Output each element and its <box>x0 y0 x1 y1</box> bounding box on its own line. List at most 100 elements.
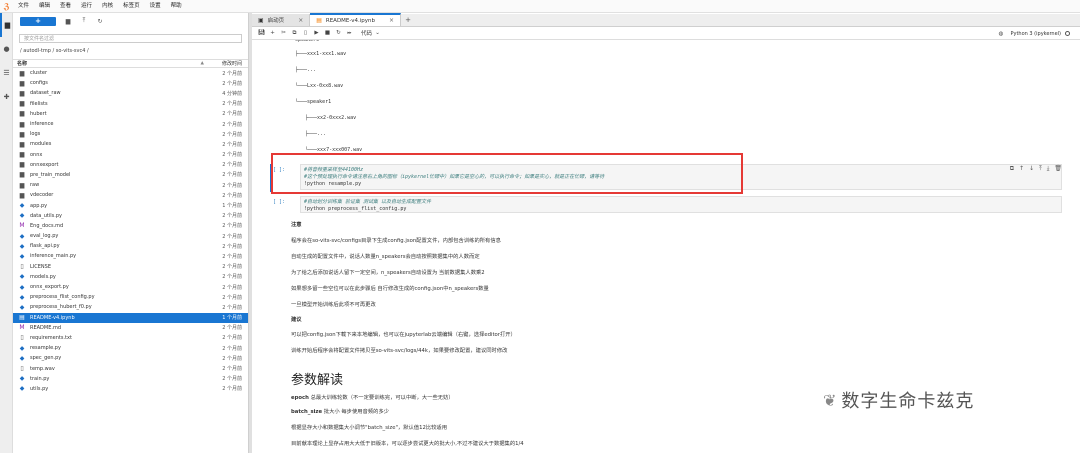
file-modified: 2 个月前 <box>222 131 242 138</box>
restart-icon[interactable]: ↻ <box>333 30 344 36</box>
copy-icon[interactable]: ⧉ <box>289 30 300 37</box>
file-row[interactable]: ◆ inference_main.py 2 个月前 <box>13 251 248 261</box>
move-up-icon[interactable]: ↑ <box>1019 165 1024 173</box>
file-row[interactable]: ▯ temp.wav 2 个月前 <box>13 363 248 373</box>
new-folder-icon[interactable]: ▆ <box>64 18 72 25</box>
file-row[interactable]: ◆ app.py 1 个月前 <box>13 200 248 210</box>
save-icon[interactable]: 💾︎ <box>256 30 267 36</box>
running-icon[interactable]: ● <box>0 37 13 61</box>
tab-readme[interactable]: ▤ README-v4.ipynb × <box>310 13 402 26</box>
code-editor[interactable]: #自动划分训练集 验证集 测试集 以及自动生成配置文件 !python prep… <box>300 196 1062 213</box>
file-browser: + ▆ ⤒ ↻ 按文件名过滤 / autodl-tmp / so-vits-sv… <box>13 13 249 453</box>
menu-file[interactable]: 文件 <box>13 0 34 13</box>
file-modified: 1 个月前 <box>222 203 242 210</box>
file-name: eval_log.py <box>30 233 59 240</box>
breadcrumb[interactable]: / autodl-tmp / so-vits-svc4 / <box>13 43 248 57</box>
file-modified: 2 个月前 <box>222 162 242 169</box>
kernel-name[interactable]: Python 3 (ipykernel) <box>1010 31 1061 37</box>
menu-tabs[interactable]: 标签页 <box>118 0 145 13</box>
tree-line: ├───xxx1-xxx1.wav <box>295 51 347 57</box>
cell-type-select[interactable]: 代码 <box>361 29 372 37</box>
file-row[interactable]: M Eng_docs.md 2 个月前 <box>13 221 248 231</box>
file-row[interactable]: ▆ modules 2 个月前 <box>13 139 248 149</box>
file-row[interactable]: ▆ configs 2 个月前 <box>13 78 248 88</box>
file-row[interactable]: ◆ spec_gen.py 2 个月前 <box>13 353 248 363</box>
file-row[interactable]: ◆ data_utils.py 2 个月前 <box>13 211 248 221</box>
python-file-icon: ◆ <box>19 202 25 210</box>
file-row[interactable]: ▆ inference 2 个月前 <box>13 119 248 129</box>
file-row[interactable]: ◆ preprocess_hubert_f0.py 2 个月前 <box>13 302 248 312</box>
column-modified[interactable]: 修改时间 <box>208 60 248 67</box>
file-row[interactable]: ▯ requirements.txt 2 个月前 <box>13 333 248 343</box>
file-row[interactable]: ◆ models.py 2 个月前 <box>13 272 248 282</box>
file-row[interactable]: ▆ onnxexport 2 个月前 <box>13 160 248 170</box>
menu-kernel[interactable]: 内核 <box>97 0 118 13</box>
python-file-icon: ◆ <box>19 283 25 291</box>
md-paragraph: 训练开始后程序会将配置文件拷贝至so-vits-svc/logs/44k，如果要… <box>291 348 508 354</box>
file-row[interactable]: ▆ logs 2 个月前 <box>13 129 248 139</box>
delete-icon[interactable]: 🗑︎ <box>1054 165 1062 173</box>
code-cell[interactable]: [ ]: #自动划分训练集 验证集 测试集 以及自动生成配置文件 !python… <box>270 196 1070 214</box>
menu-edit[interactable]: 编辑 <box>34 0 55 13</box>
file-row[interactable]: ◆ eval_log.py 2 个月前 <box>13 231 248 241</box>
file-name: README-v4.ipynb <box>30 314 75 321</box>
file-row[interactable]: ◆ utils.py 2 个月前 <box>13 384 248 394</box>
add-tab-icon[interactable]: + <box>403 15 413 25</box>
file-row[interactable]: ▆ vdecoder 2 个月前 <box>13 190 248 200</box>
fast-forward-icon[interactable]: ⏩︎ <box>344 30 355 37</box>
file-row[interactable]: ◆ resample.py 2 个月前 <box>13 343 248 353</box>
file-row[interactable]: ▆ onnx 2 个月前 <box>13 150 248 160</box>
menu-run[interactable]: 运行 <box>76 0 97 13</box>
chevron-down-icon[interactable]: ⌄ <box>372 30 383 36</box>
file-row[interactable]: ▤ README-v4.ipynb 1 个月前 <box>13 312 248 323</box>
file-row[interactable]: ▆ hubert 2 个月前 <box>13 109 248 119</box>
insert-below-icon[interactable]: ⤓ <box>1047 165 1050 173</box>
python-file-icon: ◆ <box>19 252 25 260</box>
sort-caret-icon[interactable]: ▲ <box>178 61 208 66</box>
folder-icon: ▆ <box>19 120 25 128</box>
folder-icon: ▆ <box>19 171 25 179</box>
file-row[interactable]: ▯ LICENSE 2 个月前 <box>13 262 248 272</box>
file-name: onnx <box>30 151 43 158</box>
file-name: resample.py <box>30 345 61 352</box>
insert-above-icon[interactable]: ⤒ <box>1039 165 1042 173</box>
close-icon[interactable]: × <box>389 17 394 24</box>
bug-icon[interactable]: ◍ <box>995 31 1006 37</box>
file-row[interactable]: ▆ cluster 2 个月前 <box>13 68 248 78</box>
duplicate-icon[interactable]: ⧉ <box>1010 165 1014 173</box>
upload-icon[interactable]: ⤒ <box>80 17 88 25</box>
menu-settings[interactable]: 设置 <box>145 0 166 13</box>
file-row[interactable]: ▆ dataset_raw 4 分钟前 <box>13 88 248 98</box>
extension-icon[interactable]: ✚ <box>0 85 13 109</box>
file-row[interactable]: ▆ filelists 2 个月前 <box>13 99 248 109</box>
file-row[interactable]: ◆ preprocess_flist_config.py 2 个月前 <box>13 292 248 302</box>
file-row[interactable]: ▆ raw 2 个月前 <box>13 180 248 190</box>
stop-icon[interactable]: ■ <box>322 30 333 36</box>
paste-icon[interactable]: ▯ <box>300 30 311 36</box>
menu-view[interactable]: 查看 <box>55 0 76 13</box>
move-down-icon[interactable]: ↓ <box>1029 165 1034 173</box>
file-row[interactable]: ◆ flask_api.py 2 个月前 <box>13 241 248 251</box>
file-modified: 2 个月前 <box>222 192 242 199</box>
menu-help[interactable]: 帮助 <box>166 0 187 13</box>
folder-icon[interactable]: ▆ <box>0 13 13 37</box>
refresh-icon[interactable]: ↻ <box>96 18 104 25</box>
tab-launcher[interactable]: ▣ 启动页 × <box>252 14 311 26</box>
kernel-status[interactable]: ◍ Python 3 (ipykernel) <box>995 27 1070 40</box>
tree-line: ├───... <box>295 67 317 73</box>
file-row[interactable]: ◆ train.py 2 个月前 <box>13 374 248 384</box>
file-row[interactable]: ◆ onnx_export.py 2 个月前 <box>13 282 248 292</box>
insert-cell-icon[interactable]: + <box>267 30 278 36</box>
python-file-icon: ◆ <box>19 242 25 250</box>
run-icon[interactable]: ▶ <box>311 30 322 36</box>
new-launcher-button[interactable]: + <box>20 16 56 26</box>
column-name[interactable]: 名称 <box>17 60 178 67</box>
python-file-icon: ◆ <box>19 232 25 240</box>
kernel-idle-icon <box>1065 31 1070 36</box>
close-icon[interactable]: × <box>298 17 303 24</box>
file-row[interactable]: M README.md 2 个月前 <box>13 323 248 333</box>
cut-icon[interactable]: ✂ <box>278 30 289 36</box>
toc-icon[interactable]: ☰ <box>0 61 13 85</box>
file-row[interactable]: ▆ pre_train_model 2 个月前 <box>13 170 248 180</box>
filter-input[interactable]: 按文件名过滤 <box>19 34 242 43</box>
